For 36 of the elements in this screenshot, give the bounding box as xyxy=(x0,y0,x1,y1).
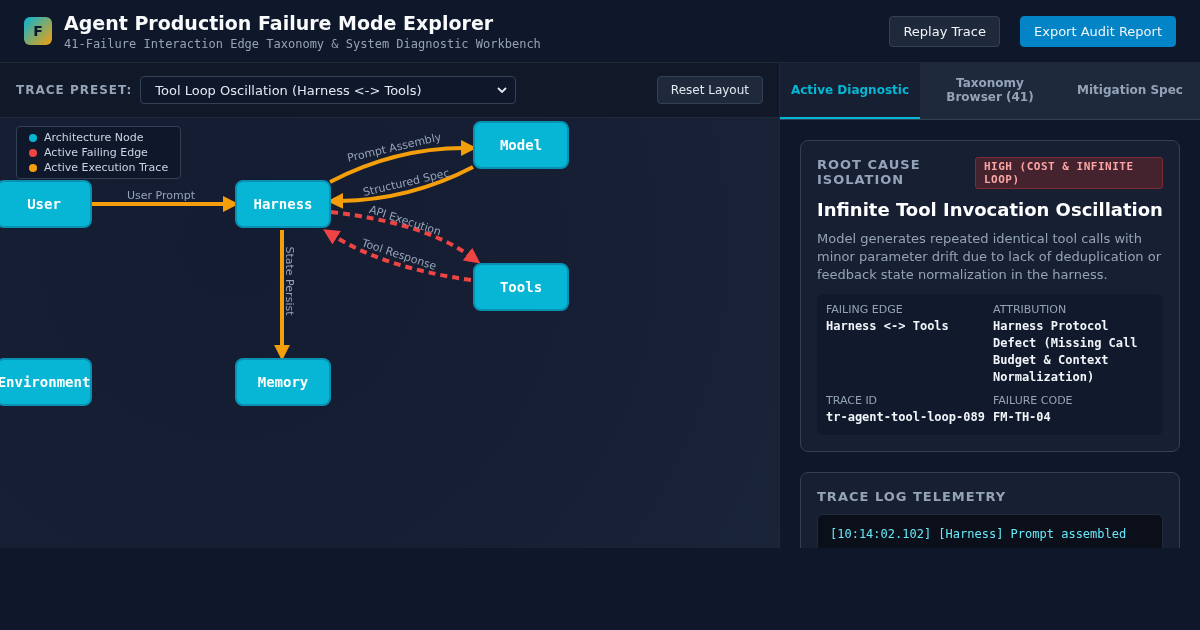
legend-label: Architecture Node xyxy=(44,131,144,144)
field-value: Harness Protocol Defect (Missing Call Budget & Context Normalization) xyxy=(993,318,1139,386)
field-value: Harness <-> Tools xyxy=(826,318,950,335)
preset-dropdown[interactable]: Tool Loop Oscillation (Harness <-> Tools) xyxy=(140,76,517,104)
log-line: [10:14:02.102] [Harness] Prompt assembled xyxy=(830,527,1128,541)
chevron-icon xyxy=(497,87,508,93)
architecture-node[interactable]: Harness xyxy=(235,180,331,228)
architecture-node[interactable]: Tools xyxy=(473,263,569,311)
legend-label: Active Execution Trace xyxy=(44,161,169,174)
app-subtitle: 41-Failure Interaction Edge Taxonomy & System Diagnostic Workbench xyxy=(64,36,542,51)
field-label: ATTRIBUTION xyxy=(993,303,1068,316)
panel-tab[interactable]: Taxonomy Browser (41) xyxy=(920,63,1060,119)
edge-label: User Prompt xyxy=(127,189,195,202)
field-value: tr-agent-tool-loop-089 xyxy=(826,409,986,426)
app-logo: F xyxy=(24,17,52,45)
preset-label: TRACE PRESET: xyxy=(16,83,133,97)
architecture-node[interactable]: Memory xyxy=(235,358,331,406)
field-value: FM-TH-04 xyxy=(993,409,1052,426)
severity-badge: HIGH (COST & INFINITE LOOP) xyxy=(975,157,1163,189)
card-heading: TRACE LOG TELEMETRY xyxy=(817,489,1008,504)
replay-button[interactable]: Replay Trace xyxy=(889,15,1000,47)
field-label: TRACE ID xyxy=(826,394,879,407)
export-button[interactable]: Export Audit Report xyxy=(1020,15,1176,47)
panel-tab[interactable]: Mitigation Spec xyxy=(1060,63,1200,119)
edge-label: State Persist xyxy=(283,246,296,316)
field-label: FAILING EDGE xyxy=(826,303,904,316)
failure-description: Model generates repeated identical tool calls with minor parameter drift due to lack of deduplication or feedback state normalization in the harness. xyxy=(817,230,1162,284)
reset-layout-button[interactable]: Reset Layout xyxy=(656,76,763,104)
failure-title: Infinite Tool Invocation Oscillation xyxy=(817,199,1163,220)
card-heading: ROOT CAUSE ISOLATION xyxy=(817,157,922,187)
architecture-node[interactable]: User xyxy=(0,180,92,228)
architecture-node[interactable]: Model xyxy=(473,121,569,169)
panel-tab[interactable]: Active Diagnostic xyxy=(780,63,920,119)
app-title: Agent Production Failure Mode Explorer xyxy=(64,11,495,34)
legend-label: Active Failing Edge xyxy=(44,146,148,159)
field-label: FAILURE CODE xyxy=(993,394,1074,407)
